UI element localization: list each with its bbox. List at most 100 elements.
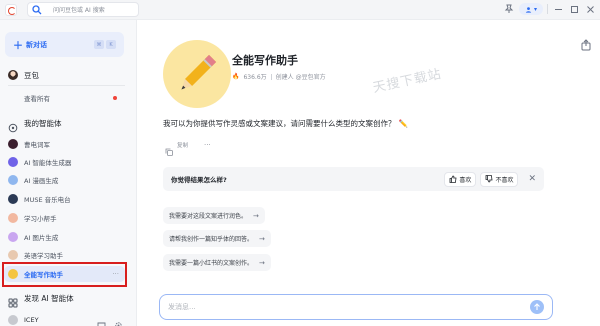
- message-input[interactable]: [168, 303, 530, 311]
- sidebar-item-label: MUSE 音乐电台: [24, 196, 71, 204]
- pencil-icon: [181, 54, 217, 90]
- suggestion-chip[interactable]: 请帮我创作一篇知乎体的回答。 →: [163, 230, 271, 247]
- sidebar-agent-item[interactable]: 学习小帮手: [4, 210, 125, 226]
- maximize-icon[interactable]: [568, 3, 580, 15]
- sidebar-item-label: AI 漫画生成: [24, 177, 59, 185]
- feedback-bar: 你觉得结果怎么样? 喜欢 不喜欢 ✕: [163, 167, 544, 191]
- sidebar: ＋ 新对话 ⌘ K 豆包 查看所有 我的智能体 曹电词军 AI 智能体生成器 A…: [0, 20, 137, 326]
- highlight-box: [2, 262, 127, 287]
- suggestion-text: 我需要一篇小红书的文案创作。: [169, 260, 254, 267]
- sidebar-item-label: 发现 AI 智能体: [24, 293, 74, 303]
- agent-avatar: [8, 232, 18, 242]
- app-window: 问问豆包或 AI 搜索 ▾ ＋ 新对话 ⌘ K 豆包 查看所有 我的智能体 曹电…: [0, 0, 600, 326]
- more-options-icon[interactable]: ···: [204, 141, 211, 149]
- minimize-icon[interactable]: [552, 3, 564, 15]
- shortcut-key: ⌘: [94, 40, 104, 49]
- agent-avatar: [8, 194, 18, 204]
- pin-icon[interactable]: [503, 3, 515, 15]
- sidebar-agent-item[interactable]: AI 漫画生成: [4, 172, 125, 188]
- notification-dot: [113, 96, 117, 100]
- discover-icon: [8, 293, 18, 308]
- plus-icon: ＋: [13, 41, 23, 52]
- agent-avatar: [8, 213, 18, 223]
- agents-icon: [8, 118, 18, 133]
- suggestion-chip[interactable]: 我需要对这段文案进行润色。 →: [163, 207, 265, 224]
- top-search-box[interactable]: 问问豆包或 AI 搜索: [27, 2, 139, 17]
- sidebar-agent-item[interactable]: 英语学习助手: [4, 247, 125, 263]
- sidebar-item-label: AI 图片生成: [24, 234, 59, 242]
- message-input-box: [159, 294, 553, 320]
- agent-avatar: [8, 175, 18, 185]
- sidebar-item-label: 我的智能体: [24, 118, 62, 128]
- sidebar-item-label: 英语学习助手: [24, 252, 63, 260]
- new-chat-label: 新对话: [26, 40, 47, 49]
- meta-separator: [270, 73, 272, 80]
- sidebar-agent-item[interactable]: AI 图片生成: [4, 229, 125, 245]
- arrow-right-icon: →: [253, 211, 259, 220]
- app-logo-icon: [5, 4, 17, 16]
- suggestion-chip[interactable]: 我需要一篇小红书的文案创作。 →: [163, 254, 271, 271]
- message-actions: 复制 ···: [165, 141, 211, 156]
- user-bar: ICEY: [4, 313, 129, 326]
- doubao-avatar: [8, 70, 18, 80]
- pencil-emoji-icon: ✏️: [398, 119, 408, 128]
- watermark-text: 天搜下载站: [371, 66, 444, 97]
- agent-avatar: [8, 250, 18, 260]
- copy-icon[interactable]: [165, 141, 173, 156]
- account-menu-button[interactable]: ▾: [519, 3, 543, 15]
- sidebar-agent-item[interactable]: AI 智能体生成器: [4, 154, 125, 170]
- copy-button[interactable]: 复制: [177, 141, 188, 149]
- sidebar-divider: [8, 85, 125, 86]
- suggestion-text: 请帮我创作一篇知乎体的回答。: [169, 236, 254, 243]
- message-icon[interactable]: [97, 315, 106, 326]
- thumbs-up-icon: [450, 175, 457, 183]
- sidebar-item-label: 查看所有: [24, 95, 50, 103]
- sidebar-item-label: 学习小帮手: [24, 215, 57, 223]
- shortcut-key: K: [106, 40, 116, 49]
- bot-meta: 🔥 636.6万 创建人 @豆包官方: [232, 72, 326, 81]
- chat-main: 全能写作助手 🔥 636.6万 创建人 @豆包官方 天搜下载站 我可以为你提供写…: [137, 20, 600, 326]
- sidebar-item-view-all[interactable]: 查看所有: [4, 90, 125, 106]
- top-bar: 问问豆包或 AI 搜索 ▾: [0, 0, 600, 20]
- user-name[interactable]: ICEY: [24, 316, 39, 324]
- sidebar-item-doubao[interactable]: 豆包: [4, 67, 125, 83]
- search-placeholder: 问问豆包或 AI 搜索: [53, 7, 105, 14]
- dislike-button[interactable]: 不喜欢: [480, 171, 519, 187]
- bot-avatar: [163, 40, 231, 108]
- suggestion-text: 我需要对这段文案进行润色。: [169, 213, 248, 220]
- sidebar-agent-item[interactable]: 曹电词军: [4, 136, 125, 152]
- sidebar-item-label: 豆包: [24, 70, 39, 80]
- sidebar-item-discover[interactable]: 发现 AI 智能体: [4, 290, 125, 308]
- thumbs-down-icon: [486, 175, 493, 183]
- close-icon[interactable]: ✕: [528, 174, 536, 184]
- send-button[interactable]: [530, 300, 544, 314]
- search-icon: [32, 4, 42, 14]
- user-avatar[interactable]: [8, 314, 18, 325]
- user-icon: [525, 6, 532, 13]
- settings-gear-icon[interactable]: [114, 315, 123, 326]
- sidebar-item-label: AI 智能体生成器: [24, 159, 72, 167]
- greeting-text: 我可以为你提供写作灵感或文案建议，请问需要什么类型的文案创作？: [163, 119, 396, 128]
- share-icon[interactable]: [580, 36, 592, 51]
- close-icon[interactable]: [584, 3, 596, 15]
- like-label: 喜欢: [459, 176, 472, 184]
- window-controls: ▾: [503, 3, 596, 15]
- agent-avatar: [8, 157, 18, 167]
- arrow-right-icon: →: [259, 258, 265, 267]
- divider: [547, 4, 548, 14]
- sidebar-agent-item[interactable]: MUSE 音乐电台: [4, 191, 125, 207]
- agent-avatar: [8, 139, 18, 149]
- sidebar-item-label: 曹电词军: [24, 141, 50, 149]
- bot-greeting-message: 我可以为你提供写作灵感或文案建议，请问需要什么类型的文案创作？ ✏️: [163, 118, 408, 129]
- chevron-down-icon: ▾: [533, 5, 537, 13]
- feedback-question: 你觉得结果怎么样?: [171, 176, 227, 184]
- fire-icon: 🔥: [232, 73, 240, 80]
- bot-creator[interactable]: 创建人 @豆包官方: [276, 72, 326, 81]
- new-chat-button[interactable]: ＋ 新对话 ⌘ K: [5, 32, 124, 57]
- bot-name: 全能写作助手: [232, 54, 298, 67]
- arrow-up-icon: [534, 303, 540, 310]
- bot-fans-count: 636.6万: [243, 74, 267, 81]
- sidebar-section-my-agents[interactable]: 我的智能体: [4, 115, 125, 133]
- like-button[interactable]: 喜欢: [444, 171, 477, 187]
